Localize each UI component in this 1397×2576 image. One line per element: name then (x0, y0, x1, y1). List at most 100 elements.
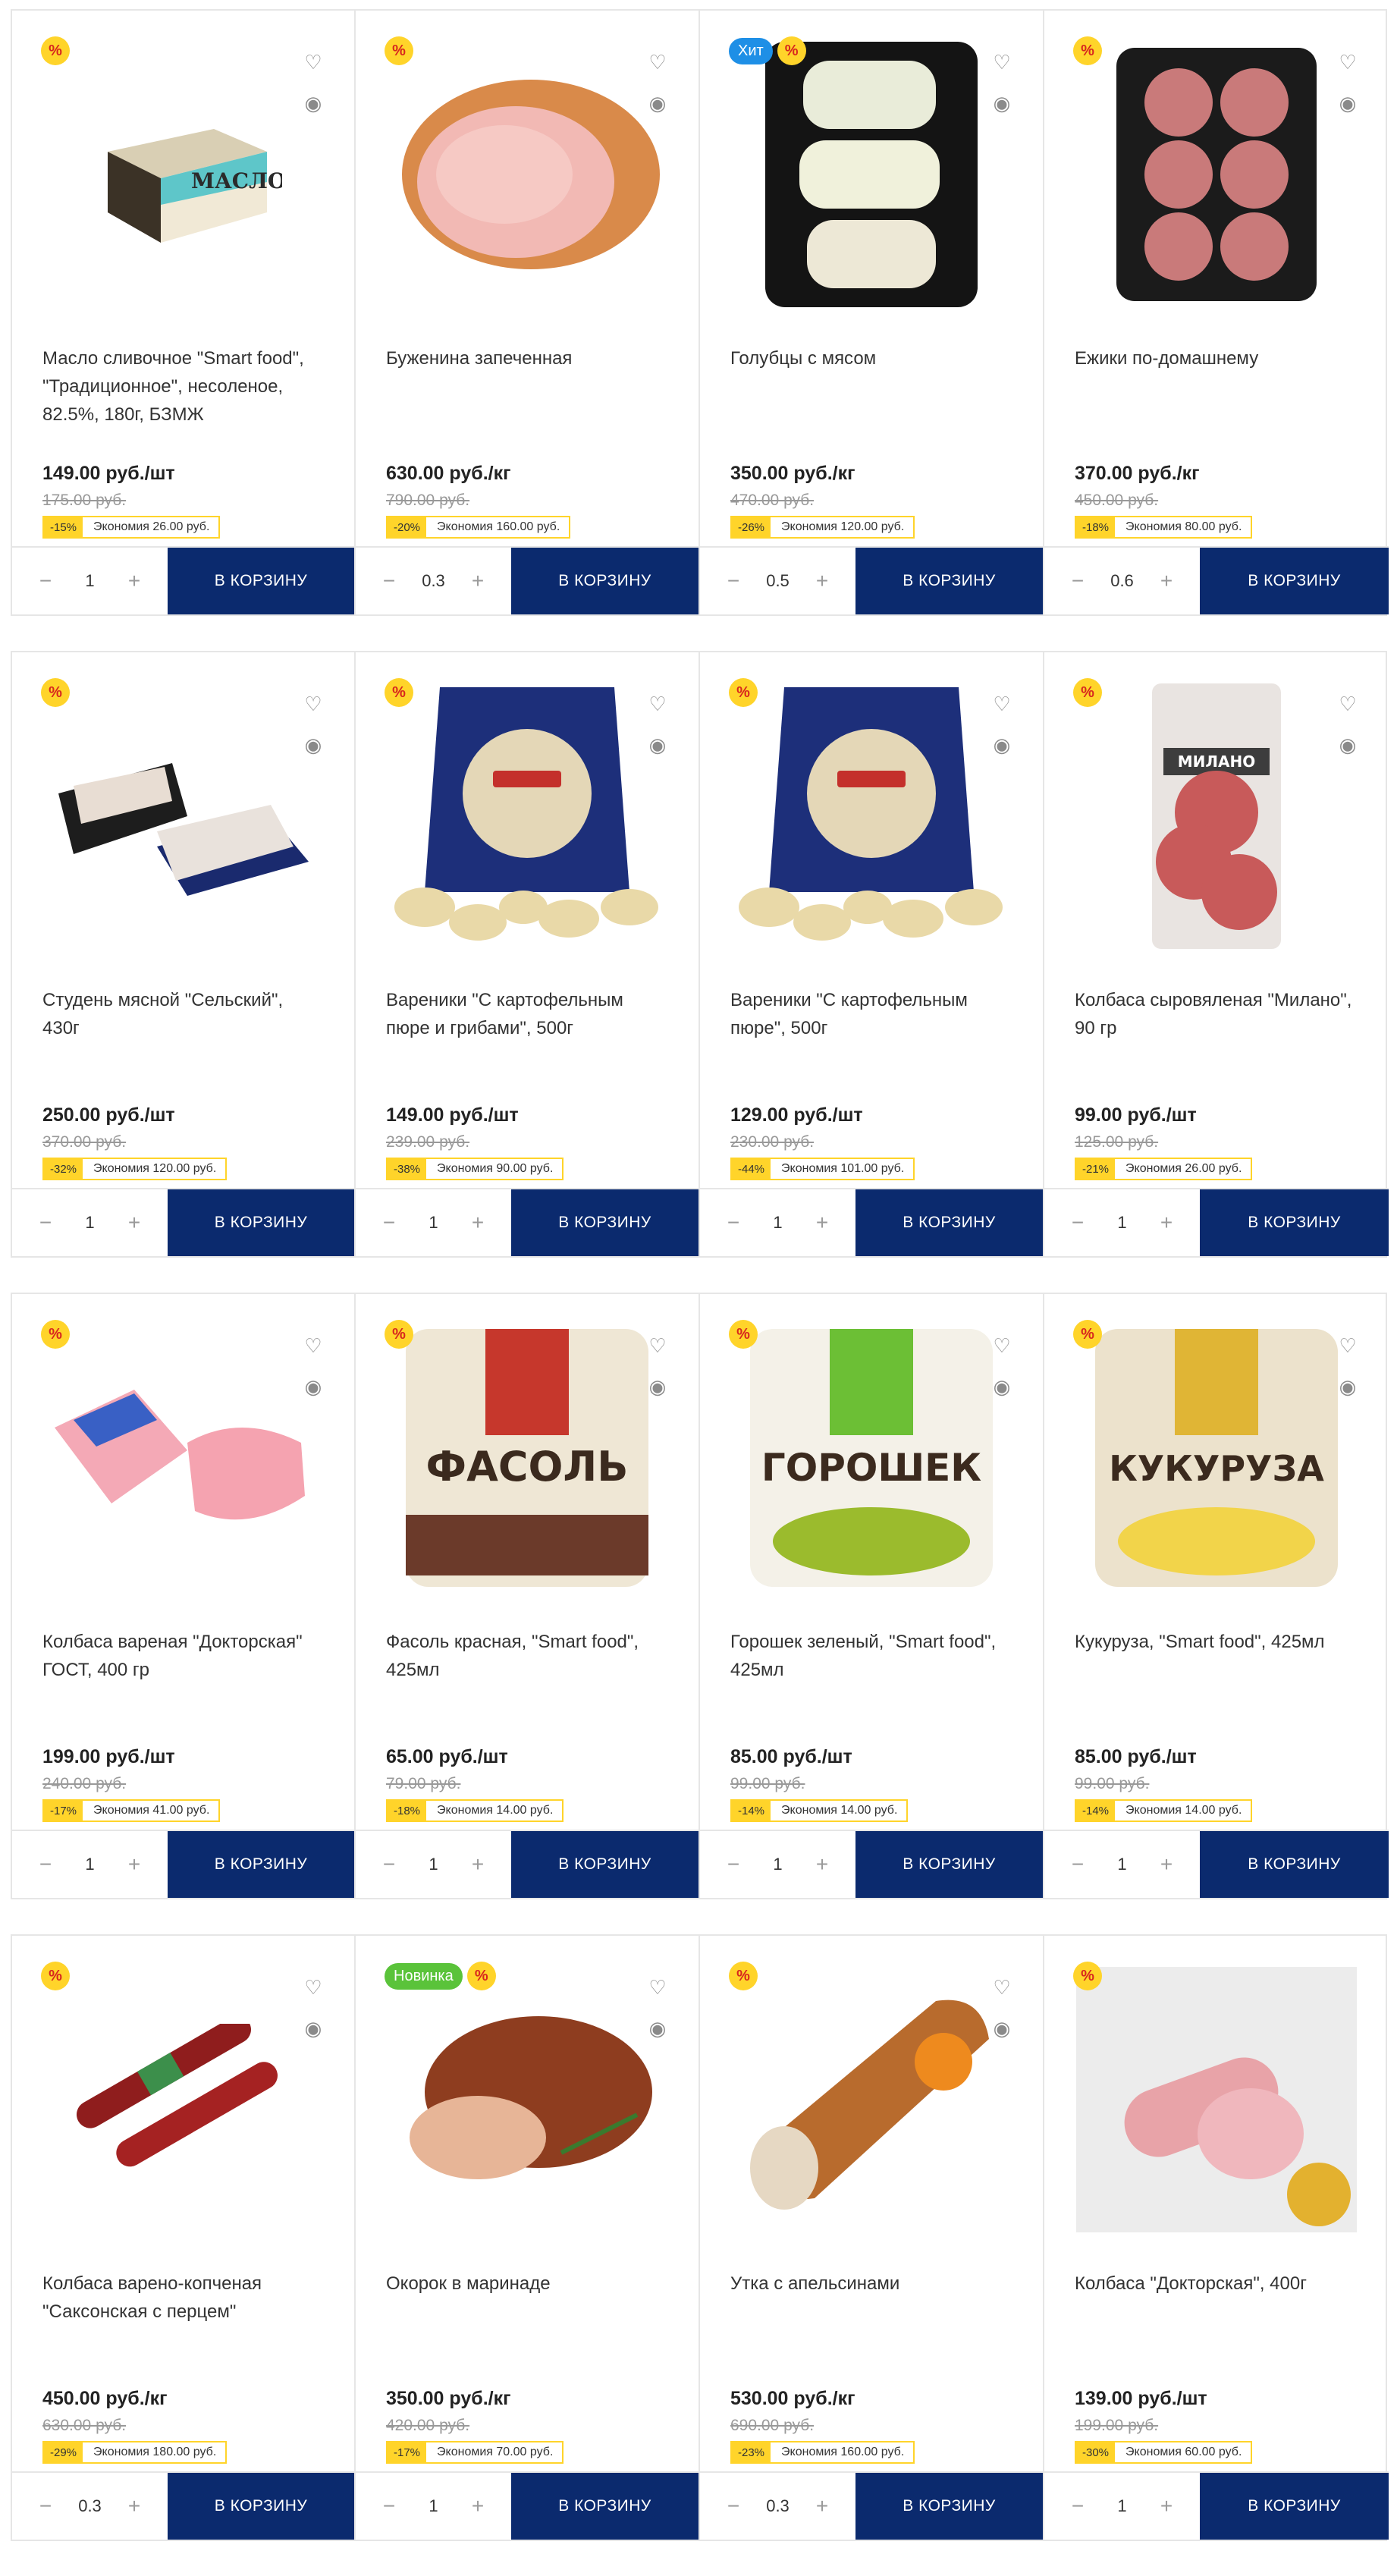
add-to-cart-button[interactable]: В КОРЗИНУ (1200, 1189, 1389, 1256)
product-image[interactable] (386, 680, 668, 953)
product-card[interactable]: % ♡ ◉ Буженина запеченная 630.00 руб./кг… (356, 11, 700, 614)
product-card[interactable]: % ♡ ◉ МАСЛО Масло сливочное "Smart food"… (12, 11, 356, 614)
increment-button[interactable]: + (467, 1211, 488, 1235)
decrement-button[interactable]: − (723, 1852, 744, 1877)
quantity-value[interactable]: 1 (429, 1855, 438, 1874)
product-title[interactable]: Утка с апельсинами (730, 2270, 1012, 2298)
product-image[interactable]: ФАСОЛЬ (386, 1321, 668, 1594)
product-title[interactable]: Вареники "С картофельным пюре", 500г (730, 986, 1012, 1042)
increment-button[interactable]: + (467, 2494, 488, 2518)
product-image[interactable]: ГОРОШЕК (730, 1321, 1012, 1594)
product-image[interactable]: КУКУРУЗА (1075, 1321, 1358, 1594)
product-title[interactable]: Кукуруза, "Smart food", 425мл (1075, 1628, 1358, 1656)
product-image[interactable]: МИЛАНО (1075, 680, 1358, 953)
decrement-button[interactable]: − (723, 569, 744, 593)
increment-button[interactable]: + (124, 569, 145, 593)
product-image[interactable] (730, 38, 1012, 311)
product-image[interactable] (1075, 1963, 1358, 2236)
decrement-button[interactable]: − (1067, 1211, 1088, 1235)
decrement-button[interactable]: − (378, 1211, 400, 1235)
add-to-cart-button[interactable]: В КОРЗИНУ (1200, 2473, 1389, 2540)
increment-button[interactable]: + (1156, 2494, 1177, 2518)
increment-button[interactable]: + (467, 569, 488, 593)
add-to-cart-button[interactable]: В КОРЗИНУ (855, 1831, 1043, 1898)
quantity-value[interactable]: 1 (1117, 2496, 1126, 2516)
decrement-button[interactable]: − (1067, 2494, 1088, 2518)
increment-button[interactable]: + (812, 2494, 833, 2518)
decrement-button[interactable]: − (35, 2494, 56, 2518)
product-title[interactable]: Фасоль красная, "Smart food", 425мл (386, 1628, 668, 1684)
quantity-value[interactable]: 0.3 (422, 571, 445, 591)
increment-button[interactable]: + (467, 1852, 488, 1877)
add-to-cart-button[interactable]: В КОРЗИНУ (168, 548, 354, 614)
add-to-cart-button[interactable]: В КОРЗИНУ (855, 548, 1043, 614)
decrement-button[interactable]: − (378, 1852, 400, 1877)
product-title[interactable]: Колбаса сыровяленая "Милано", 90 гр (1075, 986, 1358, 1042)
product-title[interactable]: Колбаса "Докторская", 400г (1075, 2270, 1358, 2298)
add-to-cart-button[interactable]: В КОРЗИНУ (511, 1189, 698, 1256)
product-card[interactable]: % ♡ ◉ Вареники "С картофельным пюре и гр… (356, 652, 700, 1256)
product-title[interactable]: Студень мясной "Сельский", 430г (42, 986, 324, 1042)
decrement-button[interactable]: − (35, 1852, 56, 1877)
product-image[interactable] (42, 1963, 324, 2236)
add-to-cart-button[interactable]: В КОРЗИНУ (511, 1831, 698, 1898)
product-card[interactable]: % ♡ ◉ ГОРОШЕК Горошек зеленый, "Smart fo… (700, 1294, 1044, 1898)
product-image[interactable] (386, 38, 668, 311)
decrement-button[interactable]: − (378, 569, 400, 593)
add-to-cart-button[interactable]: В КОРЗИНУ (168, 2473, 354, 2540)
add-to-cart-button[interactable]: В КОРЗИНУ (511, 2473, 698, 2540)
increment-button[interactable]: + (812, 569, 833, 593)
decrement-button[interactable]: − (35, 569, 56, 593)
increment-button[interactable]: + (124, 2494, 145, 2518)
quantity-value[interactable]: 1 (1117, 1213, 1126, 1233)
quantity-value[interactable]: 1 (85, 571, 94, 591)
product-card[interactable]: % ♡ ◉ Колбаса вареная "Докторская" ГОСТ,… (12, 1294, 356, 1898)
increment-button[interactable]: + (1156, 569, 1177, 593)
add-to-cart-button[interactable]: В КОРЗИНУ (168, 1831, 354, 1898)
product-card[interactable]: % ♡ ◉ Колбаса варено-копченая "Саксонска… (12, 1936, 356, 2540)
quantity-value[interactable]: 0.3 (78, 2496, 102, 2516)
product-card[interactable]: % ♡ ◉ Ежики по-домашнему 370.00 руб./кг … (1044, 11, 1389, 614)
product-card[interactable]: % ♡ ◉ ФАСОЛЬ Фасоль красная, "Smart food… (356, 1294, 700, 1898)
product-image[interactable] (42, 680, 324, 953)
increment-button[interactable]: + (812, 1852, 833, 1877)
decrement-button[interactable]: − (1067, 569, 1088, 593)
quantity-value[interactable]: 0.3 (766, 2496, 790, 2516)
product-card[interactable]: % ♡ ◉ МИЛАНО Колбаса сыровяленая "Милано… (1044, 652, 1389, 1256)
product-image[interactable] (730, 680, 1012, 953)
add-to-cart-button[interactable]: В КОРЗИНУ (511, 548, 698, 614)
add-to-cart-button[interactable]: В КОРЗИНУ (1200, 1831, 1389, 1898)
quantity-value[interactable]: 1 (773, 1855, 782, 1874)
increment-button[interactable]: + (1156, 1852, 1177, 1877)
product-card[interactable]: % ♡ ◉ Утка с апельсинами 530.00 руб./кг … (700, 1936, 1044, 2540)
quantity-value[interactable]: 1 (85, 1855, 94, 1874)
product-title[interactable]: Вареники "С картофельным пюре и грибами"… (386, 986, 668, 1042)
product-title[interactable]: Ежики по-домашнему (1075, 344, 1358, 372)
product-card[interactable]: % ♡ ◉ Студень мясной "Сельский", 430г 25… (12, 652, 356, 1256)
product-card[interactable]: % ♡ ◉ Колбаса "Докторская", 400г 139.00 … (1044, 1936, 1389, 2540)
product-card[interactable]: % ♡ ◉ Вареники "С картофельным пюре", 50… (700, 652, 1044, 1256)
product-image[interactable] (42, 1321, 324, 1594)
decrement-button[interactable]: − (35, 1211, 56, 1235)
increment-button[interactable]: + (1156, 1211, 1177, 1235)
product-card[interactable]: Хит% ♡ ◉ Голубцы с мясом 350.00 руб./кг … (700, 11, 1044, 614)
add-to-cart-button[interactable]: В КОРЗИНУ (1200, 548, 1389, 614)
decrement-button[interactable]: − (1067, 1852, 1088, 1877)
quantity-value[interactable]: 1 (773, 1213, 782, 1233)
decrement-button[interactable]: − (723, 1211, 744, 1235)
increment-button[interactable]: + (812, 1211, 833, 1235)
product-title[interactable]: Масло сливочное "Smart food", "Традицион… (42, 344, 324, 429)
product-card[interactable]: Новинка% ♡ ◉ Окорок в маринаде 350.00 ру… (356, 1936, 700, 2540)
quantity-value[interactable]: 1 (85, 1213, 94, 1233)
product-image[interactable]: МАСЛО (42, 38, 324, 311)
product-image[interactable] (386, 1963, 668, 2236)
decrement-button[interactable]: − (378, 2494, 400, 2518)
product-title[interactable]: Горошек зеленый, "Smart food", 425мл (730, 1628, 1012, 1684)
quantity-value[interactable]: 1 (429, 2496, 438, 2516)
product-title[interactable]: Голубцы с мясом (730, 344, 1012, 372)
product-card[interactable]: % ♡ ◉ КУКУРУЗА Кукуруза, "Smart food", 4… (1044, 1294, 1389, 1898)
product-title[interactable]: Колбаса вареная "Докторская" ГОСТ, 400 г… (42, 1628, 324, 1684)
increment-button[interactable]: + (124, 1211, 145, 1235)
product-title[interactable]: Окорок в маринаде (386, 2270, 668, 2298)
quantity-value[interactable]: 1 (429, 1213, 438, 1233)
